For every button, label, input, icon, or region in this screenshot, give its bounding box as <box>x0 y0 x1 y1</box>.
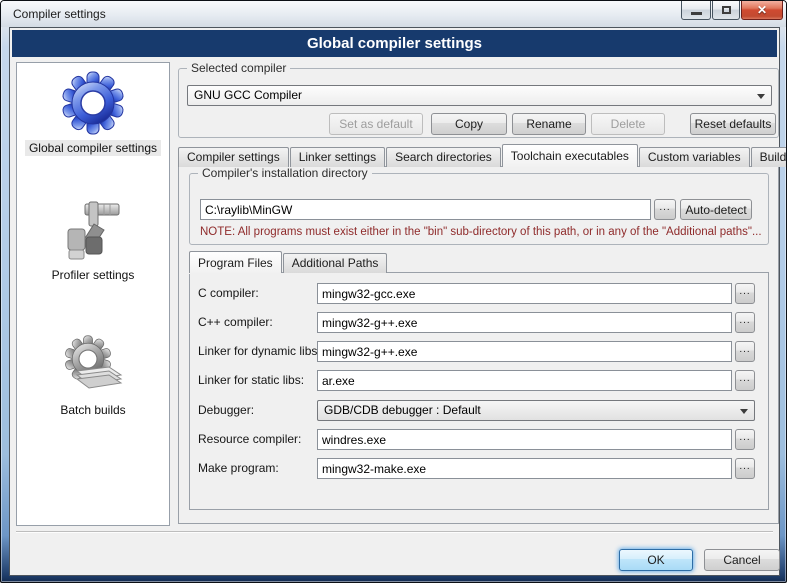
tab-linker-settings[interactable]: Linker settings <box>290 147 385 167</box>
close-icon: ✕ <box>757 2 767 19</box>
blue-gear-icon[interactable] <box>61 71 125 135</box>
cpp-compiler-input[interactable] <box>317 312 732 333</box>
programs-tabstrip: Program Files Additional Paths <box>189 251 388 273</box>
compiler-combobox[interactable]: GNU GCC Compiler <box>187 85 772 106</box>
sidebar-item-batch-builds[interactable]: Batch builds <box>56 402 129 418</box>
copy-button[interactable]: Copy <box>431 113 507 135</box>
installation-path-input[interactable] <box>200 199 651 220</box>
linker-static-label: Linker for static libs: <box>198 370 304 391</box>
linker-dynamic-label: Linker for dynamic libs: <box>198 341 321 362</box>
toolchain-executables-panel: Compiler's installation directory ... Au… <box>178 166 779 524</box>
sidebar: Global compiler settings Profiler settin… <box>16 62 170 526</box>
dialog-body: Global compiler settings <box>9 27 780 576</box>
tab-toolchain-executables[interactable]: Toolchain executables <box>502 144 638 167</box>
tab-compiler-settings[interactable]: Compiler settings <box>178 147 289 167</box>
tab-build-options[interactable]: Build options <box>751 147 787 167</box>
resource-compiler-label: Resource compiler: <box>198 429 301 450</box>
make-program-browse-button[interactable]: ... <box>735 458 755 479</box>
browse-installation-button[interactable]: ... <box>654 199 676 220</box>
window-title: Compiler settings <box>13 7 106 21</box>
resource-compiler-browse-button[interactable]: ... <box>735 429 755 450</box>
set-as-default-button[interactable]: Set as default <box>329 113 423 135</box>
cpp-compiler-browse-button[interactable]: ... <box>735 312 755 333</box>
window-controls: ✕ <box>680 1 783 20</box>
tab-additional-paths[interactable]: Additional Paths <box>283 253 388 273</box>
close-button[interactable]: ✕ <box>741 1 783 20</box>
titlebar[interactable]: Compiler settings ✕ <box>1 1 786 27</box>
cancel-button[interactable]: Cancel <box>704 549 780 571</box>
rename-button[interactable]: Rename <box>512 113 586 135</box>
installation-directory-legend: Compiler's installation directory <box>198 166 372 180</box>
sidebar-item-global-compiler-settings[interactable]: Global compiler settings <box>25 140 161 156</box>
minimize-icon <box>691 12 702 15</box>
main-tabstrip: Compiler settings Linker settings Search… <box>178 144 777 167</box>
sidebar-item-profiler-settings[interactable]: Profiler settings <box>48 267 139 283</box>
footer-separator <box>16 531 773 533</box>
delete-button[interactable]: Delete <box>591 113 665 135</box>
maximize-button[interactable] <box>712 1 740 20</box>
caliper-icon[interactable] <box>61 198 125 262</box>
debugger-label: Debugger: <box>198 400 254 421</box>
compiler-settings-window: Compiler settings ✕ Global compiler sett… <box>0 0 787 583</box>
tab-custom-variables[interactable]: Custom variables <box>639 147 750 167</box>
c-compiler-label: C compiler: <box>198 283 259 304</box>
minimize-button[interactable] <box>681 1 711 20</box>
program-files-panel: C compiler: ... C++ compiler: ... Linker… <box>189 272 769 510</box>
make-program-input[interactable] <box>317 458 732 479</box>
linker-static-browse-button[interactable]: ... <box>735 370 755 391</box>
selected-compiler-group: Selected compiler GNU GCC Compiler Set a… <box>178 68 779 138</box>
installation-directory-group: Compiler's installation directory ... Au… <box>189 173 769 245</box>
debugger-combobox[interactable]: GDB/CDB debugger : Default <box>317 400 755 421</box>
ok-button[interactable]: OK <box>619 549 693 571</box>
tab-search-directories[interactable]: Search directories <box>386 147 501 167</box>
cpp-compiler-label: C++ compiler: <box>198 312 273 333</box>
c-compiler-input[interactable] <box>317 283 732 304</box>
make-program-label: Make program: <box>198 458 279 479</box>
resource-compiler-input[interactable] <box>317 429 732 450</box>
auto-detect-button[interactable]: Auto-detect <box>680 199 752 220</box>
gear-stack-icon[interactable] <box>61 333 125 397</box>
c-compiler-browse-button[interactable]: ... <box>735 283 755 304</box>
tab-program-files[interactable]: Program Files <box>189 251 282 273</box>
linker-dynamic-input[interactable] <box>317 341 732 362</box>
page-title-band: Global compiler settings <box>12 30 777 57</box>
linker-static-input[interactable] <box>317 370 732 391</box>
maximize-icon <box>722 6 731 14</box>
page-title: Global compiler settings <box>307 35 482 52</box>
installation-note: NOTE: All programs must exist either in … <box>200 226 762 238</box>
selected-compiler-legend: Selected compiler <box>187 61 290 75</box>
linker-dynamic-browse-button[interactable]: ... <box>735 341 755 362</box>
reset-defaults-button[interactable]: Reset defaults <box>690 113 776 135</box>
